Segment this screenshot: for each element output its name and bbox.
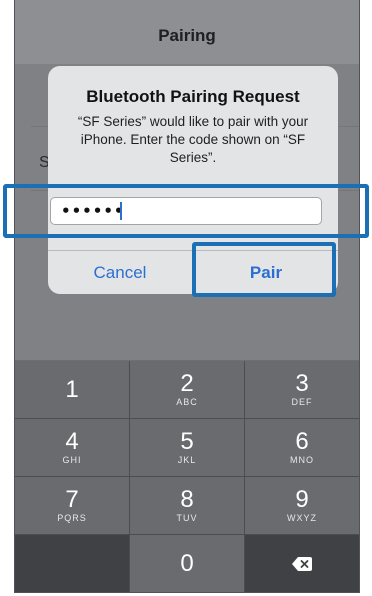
key-3[interactable]: 3 DEF <box>245 361 359 418</box>
key-letters: DEF <box>291 397 313 407</box>
pair-highlight-callout <box>192 242 336 297</box>
key-8[interactable]: 8 TUV <box>130 477 244 534</box>
numeric-keypad: 1 2 ABC 3 DEF 4 GHI 5 JKL 6 MNO 7 PQRS 8… <box>15 361 359 592</box>
key-digit: 0 <box>180 549 194 577</box>
empty-key <box>15 535 129 592</box>
key-1[interactable]: 1 <box>15 361 129 418</box>
cancel-button[interactable]: Cancel <box>48 251 192 294</box>
app-root: Pairing S Bluetooth Pairing Request “SF … <box>0 0 372 596</box>
key-0[interactable]: 0 <box>130 535 244 592</box>
key-2[interactable]: 2 ABC <box>130 361 244 418</box>
key-4[interactable]: 4 GHI <box>15 419 129 476</box>
key-letters: PQRS <box>57 513 87 523</box>
key-letters: GHI <box>62 455 82 465</box>
key-digit: 7 <box>65 486 79 513</box>
delete-key[interactable] <box>245 535 359 592</box>
backspace-icon <box>292 556 312 571</box>
key-digit: 2 <box>180 370 194 397</box>
alert-message: “SF Series” would like to pair with your… <box>77 114 309 165</box>
key-digit: 6 <box>295 428 309 455</box>
key-letters: MNO <box>290 455 314 465</box>
key-digit: 3 <box>295 370 309 397</box>
navigation-bar: Pairing <box>15 0 359 65</box>
key-digit: 8 <box>180 486 194 513</box>
key-7[interactable]: 7 PQRS <box>15 477 129 534</box>
key-digit: 9 <box>295 486 309 513</box>
key-digit: 4 <box>65 428 79 455</box>
key-letters: ABC <box>176 397 198 407</box>
key-digit: 1 <box>65 375 79 403</box>
key-letters: JKL <box>177 455 197 465</box>
nav-title: Pairing <box>158 26 216 45</box>
key-letters: TUV <box>176 513 198 523</box>
input-highlight-callout <box>3 184 369 238</box>
alert-title: Bluetooth Pairing Request <box>86 87 300 106</box>
key-letters: WXYZ <box>287 513 317 523</box>
key-5[interactable]: 5 JKL <box>130 419 244 476</box>
key-digit: 5 <box>180 428 194 455</box>
key-6[interactable]: 6 MNO <box>245 419 359 476</box>
key-9[interactable]: 9 WXYZ <box>245 477 359 534</box>
